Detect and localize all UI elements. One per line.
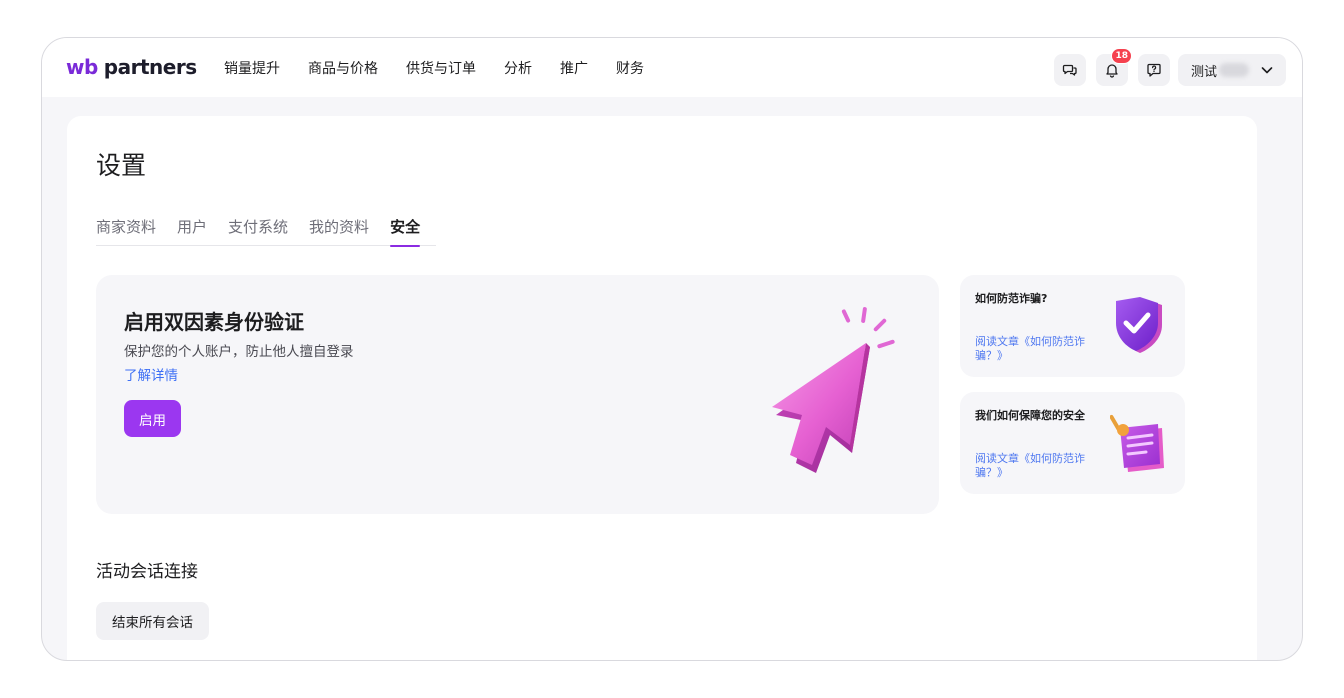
- chat-button[interactable]: [1054, 54, 1086, 86]
- user-name: 测试: [1191, 64, 1218, 80]
- top-header: wbpartners 销量提升 商品与价格 供货与订单 分析 推广 财务 18: [42, 38, 1302, 97]
- nav-item-sales-boost[interactable]: 销量提升: [224, 58, 280, 78]
- settings-panel: 设置 商家资料 用户 支付系统 我的资料 安全 启用双因素身份验证 保护您的个人…: [67, 116, 1257, 660]
- nav-item-finance[interactable]: 财务: [616, 58, 644, 78]
- fraud-prevention-article-link[interactable]: 阅读文章《如何防范诈骗？》: [975, 335, 1101, 363]
- chat-bubbles-icon: [1062, 64, 1077, 76]
- learn-more-link[interactable]: 了解详情: [124, 364, 178, 384]
- fraud-prevention-title: 如何防范诈骗?: [975, 292, 1048, 305]
- user-menu-button[interactable]: 测试: [1178, 54, 1286, 86]
- notifications-badge: 18: [1111, 48, 1132, 64]
- security-guarantee-title: 我们如何保障您的安全: [975, 409, 1085, 422]
- security-guarantee-card[interactable]: 我们如何保障您的安全 阅读文章《如何防范诈骗？》: [960, 392, 1185, 494]
- nav-item-supply-orders[interactable]: 供货与订单: [406, 58, 476, 78]
- tab-seller-profile[interactable]: 商家资料: [96, 216, 156, 246]
- bell-icon: [1106, 64, 1118, 78]
- tab-my-profile[interactable]: 我的资料: [309, 216, 369, 246]
- user-name-redacted: [1219, 63, 1250, 77]
- end-all-sessions-button[interactable]: 结束所有会话: [96, 602, 209, 640]
- settings-tabs: 商家资料 用户 支付系统 我的资料 安全: [96, 216, 436, 247]
- enable-2fa-button[interactable]: 启用: [124, 400, 181, 437]
- nav-item-promotion[interactable]: 推广: [560, 58, 588, 78]
- shield-check-icon: [1116, 297, 1162, 353]
- logo[interactable]: wb partners: [66, 55, 197, 79]
- tab-payment-system[interactable]: 支付系统: [228, 216, 288, 246]
- two-factor-description: 保护您的个人账户，防止他人擅自登录: [124, 344, 354, 360]
- active-sessions-title: 活动会话连接: [96, 562, 198, 582]
- nav-item-analytics[interactable]: 分析: [504, 58, 532, 78]
- page-title: 设置: [96, 151, 147, 180]
- pinned-note-icon: [1110, 414, 1164, 472]
- support-button[interactable]: [1138, 54, 1170, 86]
- tab-users[interactable]: 用户: [177, 216, 207, 246]
- notifications-button[interactable]: 18: [1096, 48, 1132, 86]
- two-factor-title: 启用双因素身份验证: [124, 310, 304, 334]
- cursor-click-illustration: [772, 307, 895, 473]
- fraud-prevention-card[interactable]: 如何防范诈骗? 阅读文章《如何防范诈骗？》: [960, 275, 1185, 377]
- tab-security[interactable]: 安全: [390, 216, 421, 247]
- security-guarantee-article-link[interactable]: 阅读文章《如何防范诈骗？》: [975, 452, 1101, 480]
- app-window: wbpartners 销量提升 商品与价格 供货与订单 分析 推广 财务 18: [41, 37, 1303, 661]
- two-factor-card: 启用双因素身份验证 保护您的个人账户，防止他人擅自登录 了解详情 启用: [96, 275, 939, 514]
- main-nav: 销量提升 商品与价格 供货与订单 分析 推广 财务: [224, 58, 672, 78]
- nav-item-products-prices[interactable]: 商品与价格: [308, 58, 378, 78]
- chevron-down-icon: [1261, 67, 1273, 74]
- help-chat-icon: [1147, 63, 1161, 77]
